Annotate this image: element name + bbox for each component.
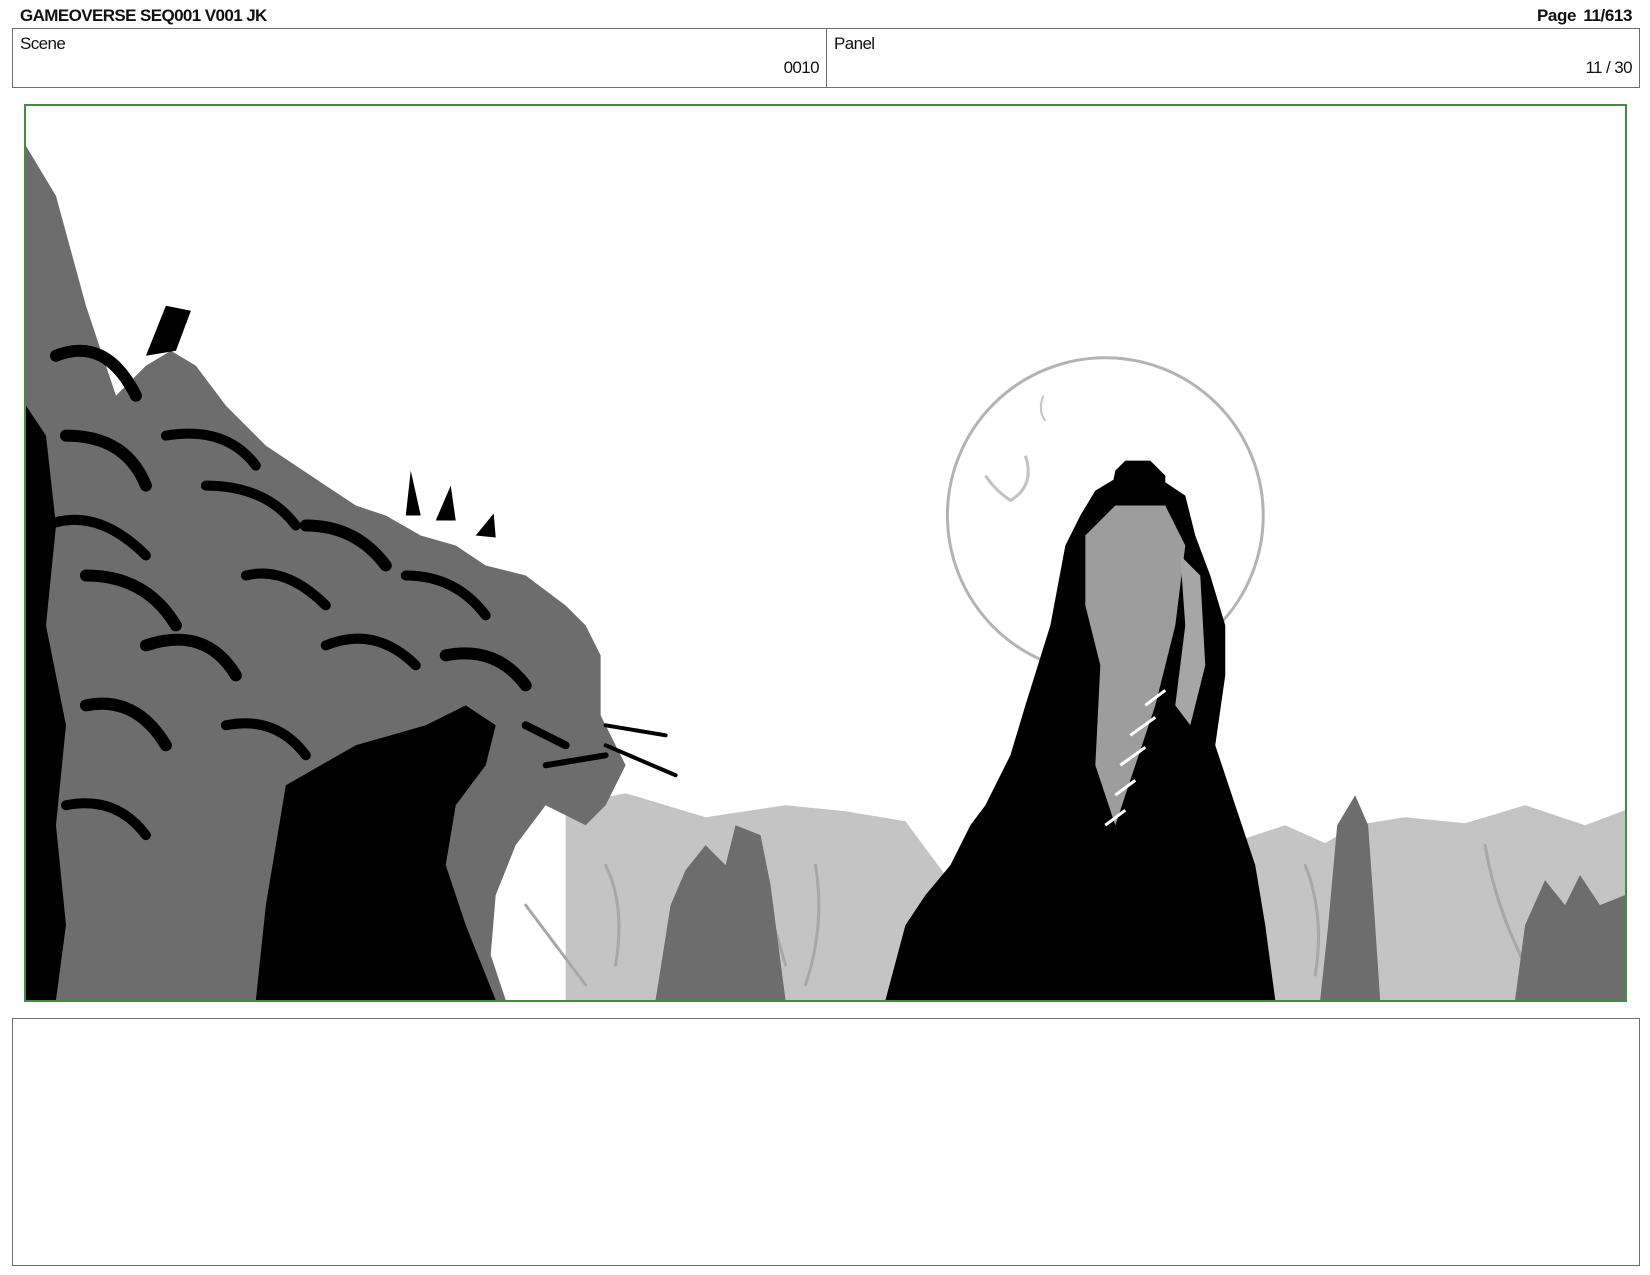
panel-label: Panel (834, 34, 875, 53)
document-title: GAMEOVERSE SEQ001 V001 JK (20, 6, 267, 25)
scene-label: Scene (20, 34, 66, 53)
storyboard-frame (24, 104, 1627, 1002)
foliage-tip (475, 513, 496, 538)
page-number: Page 11/613 (1536, 6, 1632, 25)
foliage-tip (405, 470, 421, 516)
scene-number: 0010 (783, 58, 820, 77)
foliage-tip (145, 305, 191, 356)
panel-cell: Panel 11 / 30 (827, 29, 1639, 87)
foliage-tip (435, 485, 456, 521)
notes-box (12, 1018, 1640, 1266)
storyboard-drawing (26, 145, 1625, 1000)
panel-number: 11 / 30 (1585, 58, 1632, 77)
scene-panel-info: Scene 0010 Panel 11 / 30 (12, 28, 1640, 88)
page-header: GAMEOVERSE SEQ001 V001 JK Page 11/613 (20, 6, 1632, 28)
scene-cell: Scene 0010 (13, 29, 827, 87)
